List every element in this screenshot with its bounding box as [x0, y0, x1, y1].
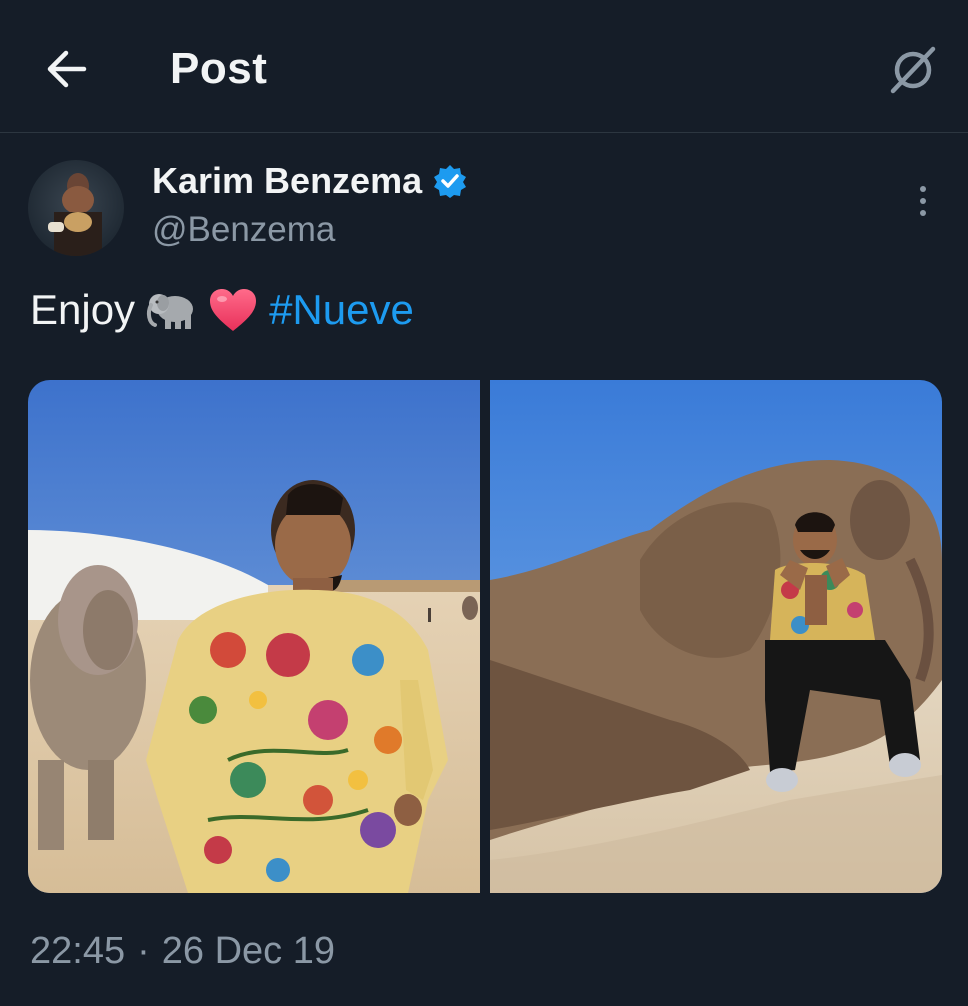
- elephant-emoji-icon: [145, 284, 197, 336]
- back-button[interactable]: [38, 44, 94, 94]
- page-title: Post: [170, 44, 268, 93]
- top-bar: Post: [0, 0, 968, 133]
- post-date: 26 Dec 19: [161, 930, 335, 972]
- avatar-image: [28, 160, 124, 256]
- more-dot-icon: [920, 198, 926, 204]
- tweet-body: Enjoy: [30, 286, 136, 333]
- media-grid: [28, 380, 942, 893]
- grok-button[interactable]: [882, 38, 944, 100]
- timestamp-separator: ·: [137, 930, 150, 972]
- heart-emoji-icon: [207, 284, 259, 336]
- author-name[interactable]: Karim Benzema: [152, 160, 422, 202]
- author-name-row[interactable]: Karim Benzema: [152, 160, 468, 202]
- photo-1-image: [28, 380, 480, 893]
- post-page: Post Karim Benzema @Benzema Enjoy #Nueve…: [0, 0, 968, 1006]
- tweet-text: Enjoy #Nueve: [30, 280, 414, 340]
- arrow-left-icon: [47, 50, 87, 88]
- author-handle[interactable]: @Benzema: [152, 210, 335, 250]
- more-options-button[interactable]: [908, 176, 938, 226]
- photo-2-image: [490, 380, 942, 893]
- hashtag-link[interactable]: #Nueve: [269, 286, 414, 334]
- post-time: 22:45: [30, 930, 126, 972]
- more-dot-icon: [920, 186, 926, 192]
- photo-1[interactable]: [28, 380, 480, 893]
- post-timestamp[interactable]: 22:45 · 26 Dec 19: [30, 930, 335, 973]
- photo-2[interactable]: [490, 380, 942, 893]
- grok-icon: [890, 46, 936, 94]
- verified-badge-icon: [434, 165, 467, 198]
- avatar[interactable]: [28, 160, 124, 256]
- more-dot-icon: [920, 210, 926, 216]
